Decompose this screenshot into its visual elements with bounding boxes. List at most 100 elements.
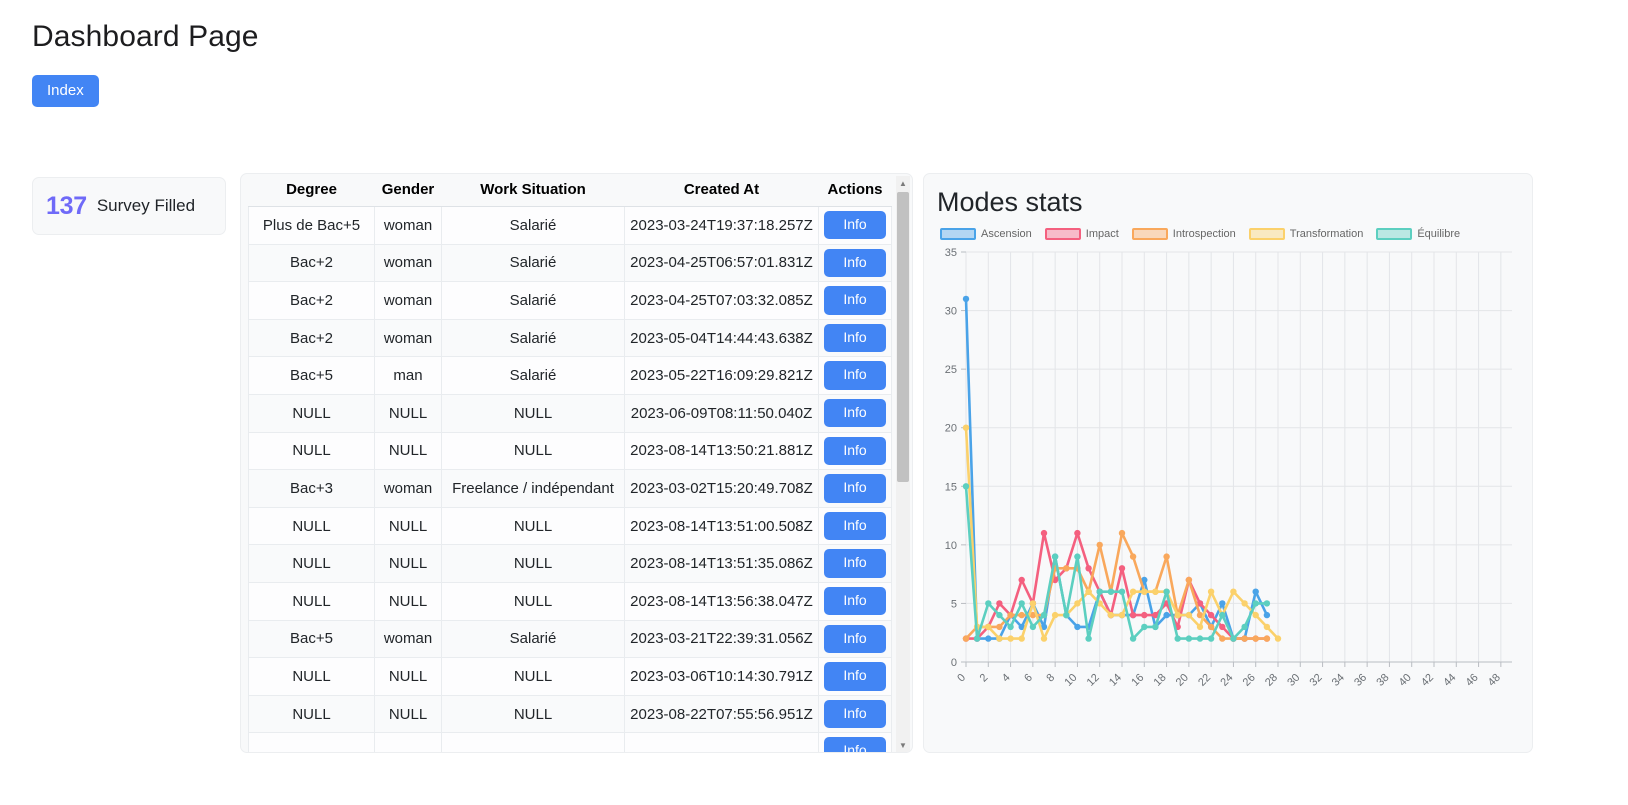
cell-actions: Info — [818, 732, 892, 752]
table-row: Info — [248, 732, 892, 752]
data-point — [1107, 588, 1115, 595]
data-point — [1152, 588, 1159, 595]
data-point — [1152, 623, 1159, 631]
y-tick-label: 30 — [945, 306, 957, 318]
index-button[interactable]: Index — [32, 75, 99, 108]
info-button[interactable]: Info — [824, 399, 886, 428]
info-button[interactable]: Info — [824, 248, 886, 278]
cell-created-at: 2023-08-14T13:51:00.508Z — [624, 506, 819, 546]
survey-table-head: Degree Gender Work Situation Created At … — [248, 174, 892, 207]
table-row: NULL NULL NULL 2023-06-09T08:11:50.040Z Info — [248, 393, 892, 433]
table-row: Bac+5 woman Salarié 2023-03-21T22:39:31.056… — [248, 619, 892, 659]
cell-degree: NULL — [248, 657, 375, 696]
table-vertical-scrollbar[interactable]: ▲ ▼ — [896, 176, 910, 752]
x-tick-label: 44 — [1441, 672, 1458, 689]
data-point — [1174, 611, 1181, 619]
cell-created-at: 2023-04-25T06:57:01.831Z — [624, 243, 819, 283]
legend-item-impact[interactable]: Impact — [1044, 228, 1119, 240]
cell-actions: Info — [818, 243, 892, 283]
survey-table-panel: Degree Gender Work Situation Created At … — [240, 173, 913, 753]
table-row: NULL NULL NULL 2023-08-14T13:51:35.086Z Info — [248, 544, 892, 583]
info-button[interactable]: Info — [824, 474, 886, 503]
info-button[interactable]: Info — [824, 662, 886, 691]
legend-item-ascension[interactable]: Ascension — [940, 228, 1032, 240]
y-tick-label: 0 — [951, 657, 957, 669]
table-row: NULL NULL NULL 2023-08-14T13:51:00.508Z Info — [248, 506, 892, 546]
cell-gender: woman — [374, 281, 442, 320]
cell-actions: Info — [818, 657, 892, 696]
data-point — [1007, 623, 1014, 631]
info-button[interactable]: Info — [824, 211, 886, 240]
x-tick-label: 38 — [1374, 672, 1391, 689]
info-button[interactable]: Info — [824, 286, 886, 315]
cell-gender: NULL — [374, 431, 442, 471]
cell-work-situation: NULL — [441, 694, 625, 734]
table-row: NULL NULL NULL 2023-08-22T07:55:56.951Z Info — [248, 694, 892, 734]
data-point — [1074, 529, 1081, 537]
x-tick-label: 10 — [1062, 672, 1079, 689]
legend-label: Ascension — [981, 228, 1032, 240]
data-point — [1063, 611, 1070, 619]
info-button[interactable]: Info — [824, 549, 886, 578]
cell-created-at: 2023-06-09T08:11:50.040Z — [624, 393, 819, 433]
cell-created-at: 2023-03-06T10:14:30.791Z — [624, 657, 819, 696]
info-button[interactable]: Info — [824, 587, 886, 616]
cell-gender: NULL — [374, 581, 442, 621]
info-button[interactable]: Info — [824, 511, 886, 541]
legend-swatch-icon — [1248, 228, 1285, 240]
data-point — [1040, 529, 1048, 537]
info-button[interactable]: Info — [824, 624, 886, 654]
data-point — [1018, 611, 1025, 619]
data-point — [985, 623, 992, 631]
chart-legend[interactable]: Ascension Impact Introspection Transformati… — [940, 228, 1460, 240]
scroll-up-arrow-icon[interactable]: ▲ — [896, 176, 910, 190]
cell-created-at: 2023-08-14T13:56:38.047Z — [624, 581, 819, 621]
info-button[interactable]: Info — [824, 699, 886, 729]
scroll-down-arrow-icon[interactable]: ▼ — [896, 738, 910, 752]
cell-work-situation: Freelance / indépendant — [441, 469, 625, 508]
info-button[interactable]: Info — [824, 737, 886, 752]
x-tick-label: 42 — [1419, 672, 1436, 689]
x-tick-label: 24 — [1218, 672, 1235, 689]
legend-item-introspection[interactable]: Introspection — [1131, 228, 1236, 240]
data-point — [985, 635, 992, 642]
x-tick-label: 14 — [1107, 672, 1124, 689]
data-point — [985, 600, 992, 607]
data-point — [973, 635, 981, 642]
x-tick-label: 22 — [1196, 672, 1213, 689]
cell-actions: Info — [818, 206, 892, 245]
column-header-gender: Gender — [374, 174, 442, 207]
data-point — [1174, 635, 1181, 642]
cell-actions: Info — [818, 318, 892, 358]
chart-plot-area[interactable]: 0 5 10 15 20 25 30 35 0 2 4 6 8 10 12 14 16 18 20 22 24 26 28 3… — [924, 244, 1534, 754]
survey-filled-count: 137 — [46, 191, 87, 220]
x-tick-label: 0 — [955, 672, 968, 685]
legend-item-équilibre[interactable]: Équilibre — [1376, 228, 1460, 240]
cell-actions: Info — [818, 544, 892, 583]
cell-created-at: 2023-08-22T07:55:56.951Z — [624, 694, 819, 734]
data-point — [1263, 611, 1271, 619]
info-button[interactable]: Info — [824, 436, 886, 466]
cell-gender: NULL — [374, 694, 442, 734]
x-tick-label: 34 — [1330, 672, 1347, 689]
legend-swatch-icon — [1044, 228, 1081, 240]
cell-actions: Info — [818, 431, 892, 471]
scrollbar-thumb[interactable] — [897, 192, 909, 482]
table-row: Bac+3 woman Freelance / indépendant 2023-03… — [248, 469, 892, 508]
data-point — [1018, 600, 1025, 607]
data-point — [1118, 565, 1126, 572]
x-tick-label: 32 — [1308, 672, 1325, 689]
column-header-degree: Degree — [248, 174, 375, 207]
data-point — [1219, 611, 1226, 619]
cell-gender: NULL — [374, 544, 442, 583]
cell-created-at: 2023-03-02T15:20:49.708Z — [624, 469, 819, 508]
x-tick-label: 30 — [1285, 672, 1302, 689]
data-point — [1207, 611, 1215, 619]
data-point — [996, 611, 1003, 619]
info-button[interactable]: Info — [824, 361, 886, 390]
cell-created-at — [624, 732, 819, 752]
survey-table-scroll-area[interactable]: Degree Gender Work Situation Created At … — [241, 174, 897, 752]
info-button[interactable]: Info — [824, 323, 886, 353]
data-point — [1074, 553, 1081, 560]
legend-item-transformation[interactable]: Transformation — [1248, 228, 1363, 240]
